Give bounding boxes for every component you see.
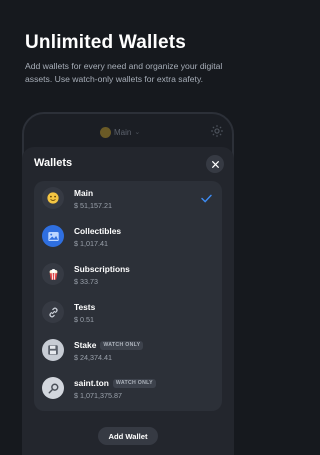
wallet-name: Stake WATCH ONLY (74, 340, 144, 350)
wallet-balance: $ 1,071,375.87 (74, 391, 122, 400)
subtitle: Add wallets for every need and organize … (25, 61, 223, 84)
sheet-title: Wallets (34, 157, 73, 169)
wallet-name: Collectibles (74, 226, 122, 236)
wallet-row-main[interactable]: Main $ 51,157.21 (34, 181, 222, 221)
current-wallet-selector[interactable]: Main ⌄ (100, 124, 140, 140)
wallet-balance: $ 51,157.21 (74, 201, 112, 210)
checkmark-icon (201, 194, 212, 203)
wallet-name: Tests (74, 302, 96, 312)
wallet-row-saint-ton[interactable]: saint.ton WATCH ONLY $ 1,071,375.87 (34, 371, 222, 411)
watch-only-badge: WATCH ONLY (112, 378, 156, 388)
wallet-balance: $ 0.51 (74, 315, 94, 324)
wallet-balance: $ 1,017.41 (74, 239, 108, 248)
chevron-down-icon: ⌄ (134, 129, 141, 136)
phone-top-bar: Main ⌄ (24, 122, 232, 144)
add-wallet-button[interactable]: Add Wallet (98, 427, 158, 445)
wallet-balance: $ 24,374.41 (74, 353, 112, 362)
wallet-row-collectibles[interactable]: Collectibles $ 1,017.41 (34, 219, 222, 259)
image-gallery-icon (42, 225, 64, 247)
headline: Unlimited Wallets (25, 32, 187, 53)
wallet-name: saint.ton WATCH ONLY (74, 378, 156, 388)
wallet-row-stake[interactable]: Stake WATCH ONLY $ 24,374.41 (34, 333, 222, 373)
link-icon (42, 301, 64, 323)
popcorn-icon (42, 263, 64, 285)
wallet-row-subscriptions[interactable]: Subscriptions $ 33.73 (34, 257, 222, 297)
close-button[interactable] (206, 155, 224, 173)
gear-icon[interactable] (210, 124, 224, 138)
magnifier-icon (42, 377, 64, 399)
close-icon (211, 160, 219, 168)
smiling-face-icon (42, 187, 64, 209)
floppy-disk-icon (42, 339, 64, 361)
current-wallet-label: Main (114, 127, 132, 137)
wallet-name: Main (74, 188, 94, 198)
wallet-list: Main $ 51,157.21 Collectibles $ 1,017.41… (34, 181, 222, 411)
onboarding-screen: Unlimited Wallets Add wallets for every … (0, 0, 256, 455)
wallets-sheet: Wallets Main $ 51,157.21 Collectibles $ … (22, 147, 234, 455)
smiling-face-icon (100, 126, 111, 138)
watch-only-badge: WATCH ONLY (100, 340, 144, 350)
wallet-row-tests[interactable]: Tests $ 0.51 (34, 295, 222, 335)
wallet-balance: $ 33.73 (74, 277, 98, 286)
wallet-name: Subscriptions (74, 264, 130, 274)
